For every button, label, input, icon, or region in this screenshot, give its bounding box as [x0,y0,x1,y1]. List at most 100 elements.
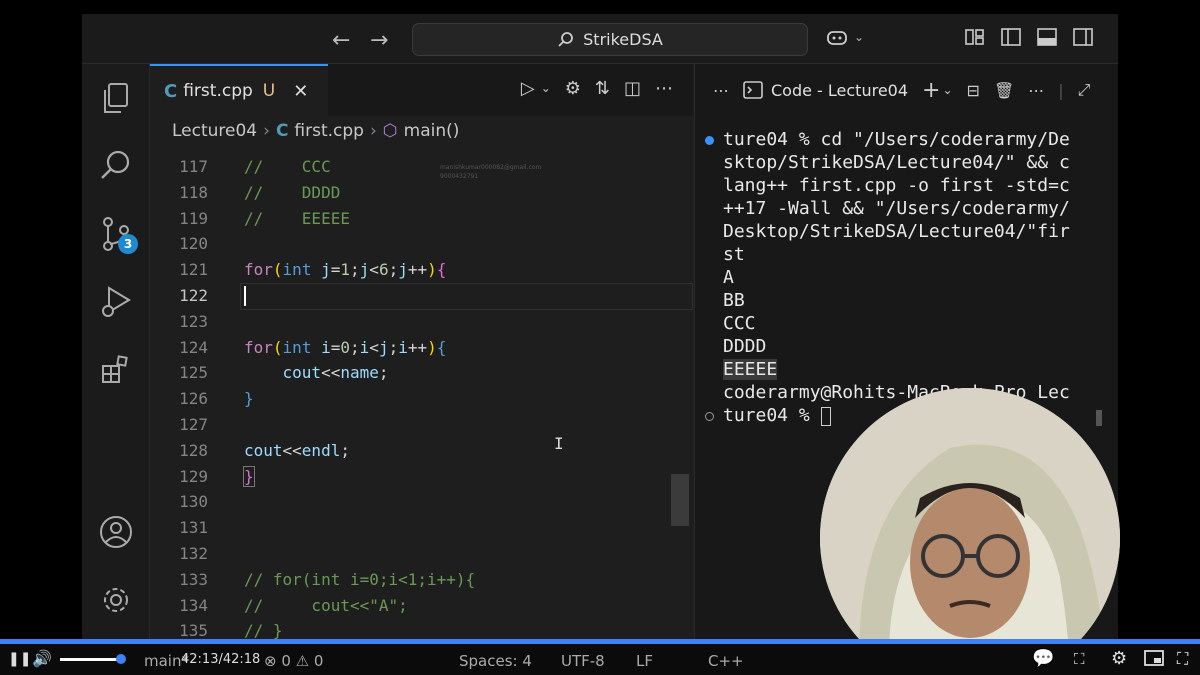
editor-actions: ▷ ⌄ ⚙ ⇅ ◫ ⋯ [521,78,673,99]
editor-tabbar: C first.cpp U ✕ ▷ ⌄ ⚙ ⇅ ◫ ⋯ [150,64,693,116]
terminal-line: Desktop/StrikeDSA/Lecture04/"fir [723,221,1070,242]
settings-gear-icon[interactable] [98,582,134,618]
editor-group: C first.cpp U ✕ ▷ ⌄ ⚙ ⇅ ◫ ⋯ Lecture04 › … [150,64,693,644]
terminal-tab[interactable]: Code - Lecture04 [743,81,908,100]
encoding-status[interactable]: UTF-8 [561,652,605,670]
code-line: 130 [179,492,208,512]
extensions-icon[interactable] [98,352,134,388]
breadcrumb-symbol[interactable]: main() [404,121,460,141]
account-icon[interactable] [98,514,134,550]
tab-first-cpp[interactable]: C first.cpp U ✕ [150,64,328,116]
toggle-primary-sidebar-icon[interactable] [1000,26,1022,48]
terminal-line: lang++ first.cpp -o first -std=c [723,175,1070,196]
code-line: 133// for(int i=0;i<1;i++){ [179,569,476,589]
trash-icon[interactable]: 🗑 [994,81,1014,100]
terminal-scrollbar[interactable] [1096,410,1102,426]
code-line: 128 cout<<endl; [179,440,350,460]
eol-status[interactable]: LF [636,652,653,670]
close-icon[interactable]: ✕ [293,81,308,102]
breadcrumb-folder[interactable]: Lecture04 [172,121,257,141]
toggle-panel-icon[interactable] [1036,26,1058,48]
search-icon [558,31,574,47]
cpp-file-icon: C [164,80,178,102]
terminal-line: EEEEE [723,359,778,380]
code-line: 120 [179,234,208,254]
search-label: StrikeDSA [583,30,663,49]
breadcrumb-file[interactable]: first.cpp [294,121,364,141]
search-icon[interactable] [98,147,134,183]
copilot-icon[interactable] [826,26,848,48]
layout-controls [964,26,1094,48]
chevron-down-icon[interactable]: ⌄ [848,26,870,48]
forward-arrow-icon[interactable]: → [370,28,388,53]
chevron-right-icon: › [263,121,270,141]
code-area[interactable]: 117// CCC 118// DDDD 119// EEEEE 120 121… [150,154,693,644]
chat-icon[interactable]: 💬 [1032,648,1054,669]
split-editor-icon[interactable]: ◫ [624,78,641,99]
more-actions-icon[interactable]: ⋯ [1028,81,1044,100]
new-terminal-icon[interactable]: + [922,78,940,103]
symbol-method-icon: ⬡ [382,121,398,141]
chevron-down-icon[interactable]: ⌄ [942,83,952,97]
code-line: 121 for(int j=1;j<6;j++){ [179,260,447,280]
indent-status[interactable]: Spaces: 4 [459,652,532,670]
picture-in-picture-icon[interactable] [1144,650,1164,670]
settings-gear-icon[interactable]: ⚙ [1111,648,1127,669]
toggle-secondary-sidebar-icon[interactable] [1072,26,1094,48]
cpp-file-icon: C [275,121,289,141]
terminal-line: ++17 -Wall && "/Users/coderarmy/ [723,198,1070,219]
code-line: 134// cout<<"A"; [179,595,408,615]
pause-icon[interactable]: ❚❚ [8,651,31,667]
code-line: 131 [179,518,208,538]
editor-scrollbar[interactable] [671,474,689,526]
divider: | [1058,80,1064,100]
terminal-output[interactable]: ture04 % cd "/Users/coderarmy/De sktop/S… [705,128,1105,427]
language-status[interactable]: C++ [708,652,744,670]
chevron-down-icon[interactable]: ⌄ [541,81,551,99]
volume-icon[interactable]: 🔊 [32,649,52,668]
maximize-panel-icon[interactable]: ⤢ [1078,80,1091,100]
volume-slider-knob[interactable] [116,654,126,664]
command-success-dot [705,136,714,145]
terminal-icon [743,81,763,99]
code-line-current: 122 [150,282,693,310]
text-cursor [244,286,246,307]
captions-icon[interactable]: ⛶ [1074,650,1085,668]
command-center-search[interactable]: StrikeDSA [412,23,808,56]
run-icon[interactable]: ▷ [521,78,535,99]
terminal-line: A [723,267,734,288]
source-control-icon[interactable]: 3 [98,216,138,254]
mouse-ibeam-cursor: I [554,434,564,453]
code-line: 129} [179,465,255,487]
code-line: 124 for(int i=0;i<j;i++){ [179,337,447,357]
tab-untracked-status: U [262,81,276,101]
run-debug-icon[interactable] [98,284,134,320]
back-arrow-icon[interactable]: ← [332,28,350,53]
terminal-line: DDDD [723,336,767,357]
webcam-presenter-overlay [820,388,1120,675]
compare-changes-icon[interactable]: ⇅ [595,78,610,99]
terminal-line: BB [723,290,745,311]
split-terminal-icon[interactable]: ⊟ [967,81,980,100]
customize-layout-icon[interactable] [964,26,986,48]
terminal-line: CCC [723,313,756,334]
code-line: 123 [179,311,208,331]
terminal-line: ture04 % cd "/Users/coderarmy/De [705,128,1105,151]
code-line: 118// DDDD [179,182,341,202]
gear-icon[interactable]: ⚙ [565,78,581,99]
code-line: 127 [179,414,208,434]
explorer-icon[interactable] [98,81,134,117]
playback-time: 42:13/42:18 [181,652,261,667]
command-pending-dot [705,412,714,421]
more-actions-icon[interactable]: ⋯ [655,78,673,99]
terminal-cursor [820,406,831,426]
video-player-controls: main* ⊗ 0 ⚠ 0 Spaces: 4 UTF-8 LF C++ ❚❚ … [0,644,1200,675]
copilot-menu[interactable]: ⌄ [826,26,870,48]
terminal-title: Code - Lecture04 [771,80,909,100]
problems-status[interactable]: ⊗ 0 ⚠ 0 [264,652,323,670]
more-actions-icon[interactable]: ⋯ [713,81,729,100]
fullscreen-icon[interactable]: ⛶ [1177,649,1188,669]
volume-slider[interactable] [60,658,122,661]
presenter-image [820,388,1120,675]
code-line: 126} [179,389,254,409]
